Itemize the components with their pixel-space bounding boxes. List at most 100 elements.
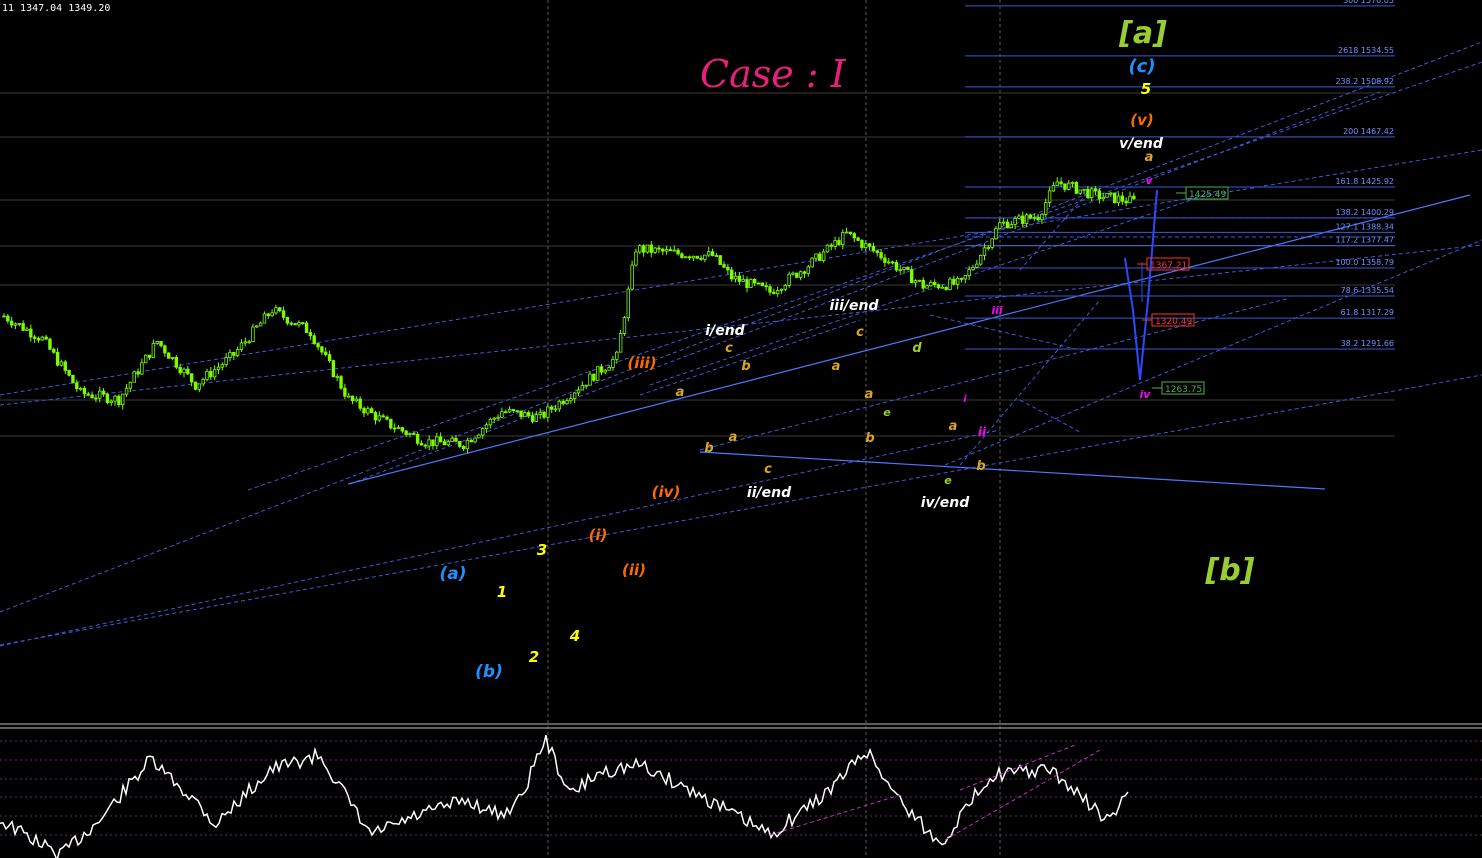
wave-label-12-0: (ii) [622,561,646,579]
candle-body [910,269,914,284]
candle-body [1028,214,1033,219]
channel-line-13 [929,314,1081,351]
lower-trend-line [699,451,1326,490]
candle-body [519,410,523,418]
wave-label-21-1: b [741,359,750,374]
candle-body [412,433,416,435]
candle-body [917,279,922,282]
candle-body [247,341,251,344]
candle-body [925,285,929,289]
candle-body [998,222,1002,229]
candle-body [385,416,389,420]
candle-body [293,323,297,326]
candle-body [381,415,385,418]
candle-body [473,437,477,443]
candle-body [569,398,573,402]
wave-label-24-1: e [944,474,952,487]
wave-label-22-0: c [725,341,733,356]
candle-body [446,441,450,446]
candle-body [1036,217,1040,221]
osc-channel-top [959,744,1076,791]
candle-body [630,264,634,290]
candle-body [343,387,347,397]
candle-body [435,436,439,446]
candle-body [791,272,795,275]
candle-body [67,369,71,376]
candle-body [431,439,435,446]
candle-body [17,323,22,325]
candle-body [814,253,818,259]
candle-body [178,366,182,374]
candle-body [1024,214,1029,224]
candle-body [906,266,910,270]
candle-body [1032,217,1036,219]
candle-body [101,390,106,395]
candle-body [224,357,228,365]
candle-body [327,354,332,362]
candle-body [595,366,600,381]
candle-body [825,244,830,253]
candlestick-series [2,177,1136,454]
candle-body [534,414,539,422]
candle-body [71,374,75,384]
candle-body [132,371,136,383]
candle-body [308,332,313,337]
candle-body [760,282,765,287]
candle-body [615,351,619,360]
oscillator-panel [0,735,1482,858]
wave-label-6-0: 1 [497,583,507,601]
candle-body [921,279,925,289]
candle-body [369,408,374,413]
candle-body [860,240,864,248]
candle-body [301,322,305,324]
candle-body [611,358,615,368]
candle-body [795,272,799,278]
channel-line-14 [1019,189,1091,271]
candle-body [668,249,673,252]
wave-label-23-0: d [912,341,922,356]
candle-body [829,244,833,247]
candle-body [86,393,90,396]
wave-label-4-0: (b) [475,662,503,682]
candle-body [465,439,470,450]
candle-body [1101,196,1105,200]
candle-body [538,411,542,415]
candle-body [588,373,592,386]
candle-body [251,326,255,343]
candle-body [714,255,719,257]
candle-body [649,244,653,253]
fib-label-3: 200 1467.42 [1343,127,1394,136]
wave-label-0-0: [a] [1118,16,1167,51]
candle-body [687,256,692,259]
channel-line-7 [649,189,1221,386]
candle-body [1116,195,1121,204]
candle-body [304,322,309,333]
candle-body [752,278,757,284]
candle-body [504,411,508,414]
candle-body [1017,215,1021,219]
candle-body [151,343,156,358]
candle-body [890,261,895,264]
candle-body [607,367,611,371]
candle-body [274,307,278,314]
candle-body [1055,181,1059,186]
candle-body [13,323,18,326]
fibonacci-levels: 300 1576.05 2618 1534.55 238.2 1508.92 200 … [965,0,1395,350]
candle-body [527,412,531,416]
wave-label-13-0: (iii) [627,354,656,372]
candle-body [902,266,906,270]
candle-body [320,346,324,353]
candle-body [82,387,87,395]
channel-line-12 [959,299,1101,466]
candle-body [622,317,627,334]
candle-body [36,338,41,341]
wave-label-8-0: 3 [537,541,547,559]
candle-body [29,328,33,338]
wave-label-20-0: a [1145,150,1154,165]
wave-label-16-0: i/end [705,323,745,339]
candle-body [741,279,745,282]
fib-label-9: 78.6 1335.54 [1341,286,1394,295]
candle-body [867,243,872,247]
candle-body [1086,188,1090,199]
candle-body [1059,181,1063,185]
